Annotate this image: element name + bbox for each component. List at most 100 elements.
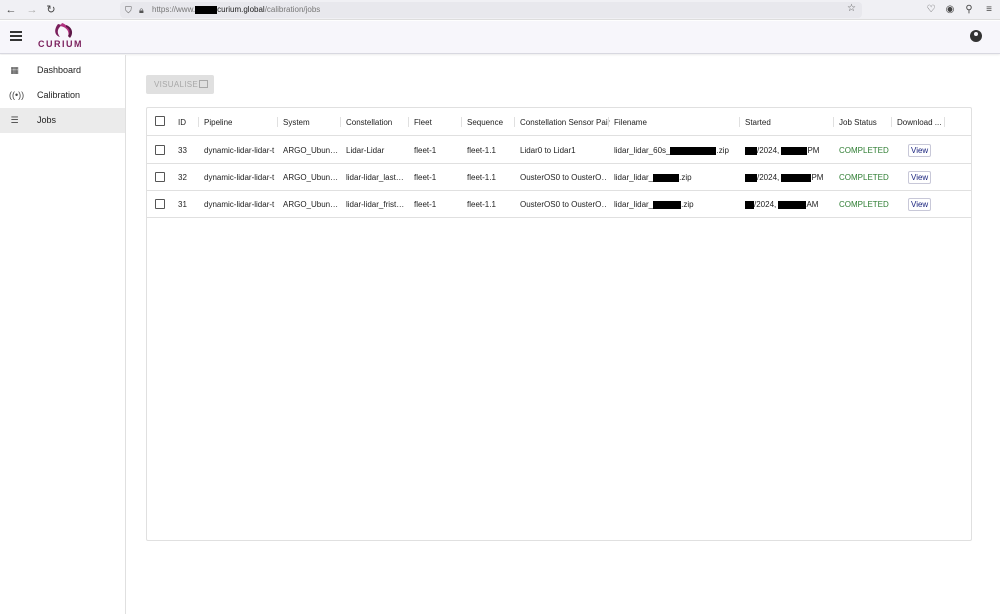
filename-ext: .zip bbox=[716, 146, 729, 155]
column-header-fleet[interactable]: Fleet bbox=[414, 117, 432, 128]
column-header-sequence[interactable]: Sequence bbox=[467, 117, 503, 128]
url-prefix: https://www. bbox=[152, 5, 196, 14]
profile-icon[interactable]: ◉ bbox=[943, 3, 957, 17]
cell-started: /2024, PM bbox=[745, 145, 831, 156]
chart-icon bbox=[199, 80, 208, 88]
started-ampm: PM bbox=[811, 173, 824, 182]
cell-constellation: lidar-lidar_frist… bbox=[346, 200, 405, 209]
table-row[interactable]: 31 dynamic-lidar-lidar-t ARGO_Ubun… lida… bbox=[147, 191, 971, 218]
sidebar-item-calibration[interactable]: ((•)) Calibration bbox=[0, 83, 125, 108]
filename-prefix: lidar_lidar_ bbox=[614, 200, 654, 209]
cell-fleet: fleet-1 bbox=[414, 173, 437, 182]
view-button[interactable]: View bbox=[908, 171, 932, 184]
column-header-filename[interactable]: Filename bbox=[614, 117, 647, 128]
cell-filename: lidar_lidar_ .zip bbox=[614, 172, 738, 183]
bookmark-star-icon[interactable]: ☆ bbox=[847, 3, 856, 14]
redacted-block bbox=[745, 200, 754, 209]
sidebar-item-jobs[interactable]: ☰ Jobs bbox=[0, 108, 125, 133]
status-badge: COMPLETED bbox=[839, 173, 889, 182]
sidebar-item-label: Jobs bbox=[37, 115, 57, 125]
started-ampm: AM bbox=[806, 200, 819, 209]
logo-mark-icon bbox=[55, 23, 73, 38]
cell-constellation: Lidar-Lidar bbox=[346, 146, 385, 155]
back-icon[interactable]: ← bbox=[4, 3, 18, 17]
cell-filename: lidar_lidar_60s_ .zip bbox=[614, 145, 738, 156]
table-row[interactable]: 32 dynamic-lidar-lidar-t ARGO_Ubun… lida… bbox=[147, 164, 971, 191]
redacted-block bbox=[781, 146, 808, 155]
view-button[interactable]: View bbox=[908, 198, 932, 211]
dashboard-icon: ▦ bbox=[10, 65, 19, 75]
pocket-icon[interactable]: ♡ bbox=[924, 3, 938, 17]
cell-system: ARGO_Ubun… bbox=[283, 146, 339, 155]
select-all-checkbox[interactable] bbox=[155, 116, 165, 126]
cell-constellation: lidar-lidar_last… bbox=[346, 173, 404, 182]
cell-id: 33 bbox=[178, 146, 187, 155]
status-badge: COMPLETED bbox=[839, 146, 889, 155]
jobs-table: ID Pipeline System Constellation Fleet S… bbox=[146, 107, 972, 541]
url-text: https://www. curium.global/calibration/jo… bbox=[152, 4, 320, 16]
redacted-block bbox=[745, 146, 757, 155]
row-checkbox[interactable] bbox=[155, 172, 165, 182]
table-header: ID Pipeline System Constellation Fleet S… bbox=[147, 108, 971, 136]
sensor-icon: ((•)) bbox=[9, 90, 25, 100]
menu-icon[interactable]: ≡ bbox=[982, 3, 996, 17]
url-host: curium.global bbox=[217, 5, 265, 14]
filename-prefix: lidar_lidar_ bbox=[614, 173, 654, 182]
started-date: /2024, bbox=[757, 173, 782, 182]
cell-pipeline: dynamic-lidar-lidar-t bbox=[204, 200, 275, 209]
app-header: CURIUM bbox=[0, 21, 1000, 54]
cell-started: /2024, PM bbox=[745, 172, 831, 183]
cell-sensor-pair: Lidar0 to Lidar1 bbox=[520, 146, 576, 155]
url-path: /calibration/jobs bbox=[264, 5, 321, 14]
cell-pipeline: dynamic-lidar-lidar-t bbox=[204, 173, 275, 182]
redacted-block bbox=[745, 173, 757, 182]
extensions-icon[interactable]: ⚲ bbox=[962, 3, 976, 17]
column-header-download[interactable]: Download ... bbox=[897, 117, 941, 128]
cell-pipeline: dynamic-lidar-lidar-t bbox=[204, 146, 275, 155]
sidebar: ▦ Dashboard ((•)) Calibration ☰ Jobs bbox=[0, 55, 126, 614]
cell-sequence: fleet-1.1 bbox=[467, 146, 496, 155]
table-row[interactable]: 33 dynamic-lidar-lidar-t ARGO_Ubun… Lida… bbox=[147, 137, 971, 164]
column-header-system[interactable]: System bbox=[283, 117, 310, 128]
cell-sensor-pair: OusterOS0 to OusterO… bbox=[520, 173, 606, 182]
cell-system: ARGO_Ubun… bbox=[283, 200, 339, 209]
lock-icon[interactable]: 🔒︎ bbox=[139, 4, 144, 16]
logo-text: CURIUM bbox=[38, 39, 83, 49]
sidebar-item-label: Dashboard bbox=[37, 65, 82, 75]
cell-started: /2024, AM bbox=[745, 199, 831, 210]
cell-filename: lidar_lidar_ .zip bbox=[614, 199, 738, 210]
row-checkbox[interactable] bbox=[155, 199, 165, 209]
account-icon[interactable] bbox=[970, 30, 982, 42]
cell-sequence: fleet-1.1 bbox=[467, 173, 496, 182]
cell-fleet: fleet-1 bbox=[414, 146, 437, 155]
row-checkbox[interactable] bbox=[155, 145, 165, 155]
started-ampm: PM bbox=[807, 146, 820, 155]
column-header-constellation[interactable]: Constellation bbox=[346, 117, 392, 128]
curium-logo[interactable]: CURIUM bbox=[38, 21, 88, 51]
column-header-id[interactable]: ID bbox=[178, 117, 186, 128]
filename-ext: .zip bbox=[681, 200, 694, 209]
address-bar[interactable]: ⛉ 🔒︎ https://www. curium.global/calibrati… bbox=[120, 2, 862, 18]
column-header-started[interactable]: Started bbox=[745, 117, 771, 128]
view-button[interactable]: View bbox=[908, 144, 932, 157]
sidebar-item-dashboard[interactable]: ▦ Dashboard bbox=[0, 58, 125, 83]
redacted-block bbox=[195, 5, 218, 14]
sidebar-item-label: Calibration bbox=[37, 90, 81, 100]
hamburger-menu-icon[interactable] bbox=[10, 31, 22, 41]
redacted-block bbox=[781, 173, 812, 182]
started-date: /2024, bbox=[754, 200, 779, 209]
column-header-pipeline[interactable]: Pipeline bbox=[204, 117, 232, 128]
shield-icon[interactable]: ⛉ bbox=[125, 4, 132, 16]
filename-prefix: lidar_lidar_60s_ bbox=[614, 146, 671, 155]
redacted-block bbox=[653, 173, 680, 182]
column-header-sensor-pair[interactable]: Constellation Sensor Pair bbox=[520, 117, 610, 128]
reload-icon[interactable]: ↻ bbox=[44, 3, 58, 17]
redacted-block bbox=[653, 200, 682, 209]
status-badge: COMPLETED bbox=[839, 200, 889, 209]
forward-icon[interactable]: → bbox=[25, 3, 39, 17]
visualise-button[interactable]: VISUALISE bbox=[146, 75, 214, 94]
column-header-job-status[interactable]: Job Status bbox=[839, 117, 877, 128]
cell-sensor-pair: OusterOS0 to OusterO… bbox=[520, 200, 606, 209]
filename-ext: .zip bbox=[679, 173, 692, 182]
redacted-block bbox=[670, 146, 717, 155]
